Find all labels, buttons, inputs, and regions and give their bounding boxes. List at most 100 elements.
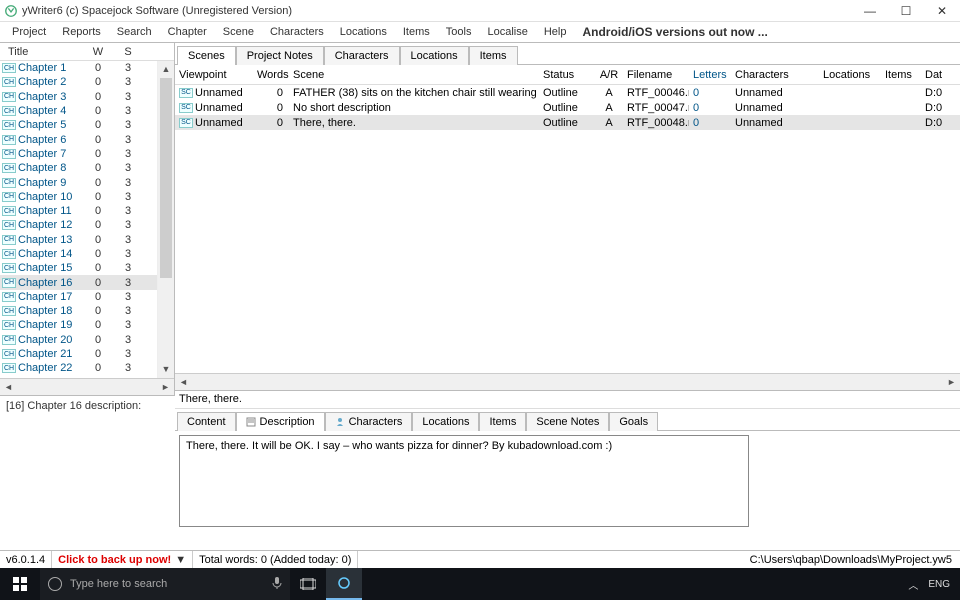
maximize-button[interactable]: ☐	[888, 0, 924, 22]
chapter-words: 0	[82, 277, 114, 289]
chapter-row[interactable]: CHChapter 2203	[0, 361, 174, 375]
col-title[interactable]: Title	[0, 46, 82, 58]
horizontal-scrollbar[interactable]: ◄ ►	[0, 378, 174, 395]
scene-chip-icon: SC	[179, 118, 193, 128]
chapter-row[interactable]: CHChapter 1003	[0, 190, 174, 204]
language-indicator[interactable]: ENG	[928, 579, 950, 590]
chapter-name: Chapter 21	[16, 348, 82, 360]
vertical-scrollbar[interactable]	[157, 61, 174, 378]
chapter-row[interactable]: CHChapter 603	[0, 132, 174, 146]
scene-row[interactable]: SCUnnamed0There, there.OutlineARTF_00048…	[175, 115, 960, 130]
col-s[interactable]: S	[114, 46, 142, 58]
chapter-row[interactable]: CHChapter 2003	[0, 333, 174, 347]
chapter-row[interactable]: CHChapter 1203	[0, 218, 174, 232]
scene-ar: A	[591, 117, 623, 129]
tray-expand-icon[interactable]: ︿	[908, 577, 918, 592]
col-characters[interactable]: Characters	[731, 69, 819, 81]
chapter-row[interactable]: CHChapter 203	[0, 75, 174, 89]
menu-characters[interactable]: Characters	[262, 24, 332, 40]
col-status[interactable]: Status	[539, 69, 591, 81]
chapter-scenes: 3	[114, 334, 142, 346]
chapter-list[interactable]: CHChapter 103CHChapter 203CHChapter 303C…	[0, 61, 174, 378]
menu-reports[interactable]: Reports	[54, 24, 109, 40]
chapter-row[interactable]: CHChapter 103	[0, 61, 174, 75]
tab-items2[interactable]: Items	[479, 412, 526, 431]
tab-characters[interactable]: Characters	[324, 46, 400, 65]
scene-letters: 0	[689, 102, 731, 114]
scroll-left-arrow-icon[interactable]: ◄	[0, 382, 17, 392]
col-items[interactable]: Items	[881, 69, 921, 81]
menu-locations[interactable]: Locations	[332, 24, 395, 40]
tab-scenes[interactable]: Scenes	[177, 46, 236, 65]
description-textarea[interactable]	[179, 435, 749, 527]
chapter-row[interactable]: CHChapter 1503	[0, 261, 174, 275]
chapter-row[interactable]: CHChapter 1803	[0, 304, 174, 318]
scroll-left-arrow-icon[interactable]: ◄	[175, 377, 192, 387]
scroll-right-arrow-icon[interactable]: ►	[943, 377, 960, 387]
scroll-up-arrow-icon[interactable]	[158, 61, 174, 78]
backup-button[interactable]: Click to back up now!▼	[52, 551, 193, 568]
task-view-button[interactable]	[290, 568, 326, 600]
taskbar-search[interactable]: Type here to search	[40, 568, 290, 600]
scene-hscrollbar[interactable]: ◄ ►	[175, 373, 960, 390]
col-date[interactable]: Dat	[921, 69, 951, 81]
scroll-right-arrow-icon[interactable]: ►	[157, 382, 174, 392]
promo-link[interactable]: Android/iOS versions out now ...	[582, 25, 767, 39]
chapter-row[interactable]: CHChapter 803	[0, 161, 174, 175]
menu-project[interactable]: Project	[4, 24, 54, 40]
col-locations[interactable]: Locations	[819, 69, 881, 81]
scroll-thumb[interactable]	[160, 78, 172, 278]
chapter-row[interactable]: CHChapter 1603	[0, 275, 174, 289]
col-filename[interactable]: Filename	[623, 69, 689, 81]
menu-items[interactable]: Items	[395, 24, 438, 40]
chapter-row[interactable]: CHChapter 1103	[0, 204, 174, 218]
menu-scene[interactable]: Scene	[215, 24, 262, 40]
chapter-row[interactable]: CHChapter 403	[0, 104, 174, 118]
col-viewpoint[interactable]: Viewpoint	[175, 69, 253, 81]
chapter-row[interactable]: CHChapter 1903	[0, 318, 174, 332]
menu-localise[interactable]: Localise	[479, 24, 535, 40]
tab-characters[interactable]: Characters	[325, 412, 413, 431]
chapter-row[interactable]: CHChapter 303	[0, 90, 174, 104]
chapter-row[interactable]: CHChapter 503	[0, 118, 174, 132]
start-button[interactable]	[0, 568, 40, 600]
tab-locations[interactable]: Locations	[400, 46, 469, 65]
ywriter-taskbar-button[interactable]	[326, 568, 362, 600]
description-icon	[246, 417, 256, 427]
tab-content[interactable]: Content	[177, 412, 236, 431]
col-ar[interactable]: A/R	[591, 69, 623, 81]
chapter-name: Chapter 3	[16, 91, 82, 103]
chapter-row[interactable]: CHChapter 1303	[0, 233, 174, 247]
scene-row[interactable]: SCUnnamed0FATHER (38) sits on the kitche…	[175, 85, 960, 100]
scene-viewpoint: Unnamed	[195, 87, 243, 99]
menu-chapter[interactable]: Chapter	[160, 24, 215, 40]
chapter-scenes: 3	[114, 76, 142, 88]
menu-tools[interactable]: Tools	[438, 24, 480, 40]
chapter-row[interactable]: CHChapter 703	[0, 147, 174, 161]
scene-row[interactable]: SCUnnamed0No short descriptionOutlineART…	[175, 100, 960, 115]
col-words[interactable]: Words	[253, 69, 289, 81]
dropdown-arrow-icon[interactable]: ▼	[175, 554, 186, 566]
scene-table-body[interactable]: SCUnnamed0FATHER (38) sits on the kitche…	[175, 85, 960, 373]
chapter-row[interactable]: CHChapter 903	[0, 175, 174, 189]
col-scene[interactable]: Scene	[289, 69, 539, 81]
tab-description[interactable]: Description	[236, 412, 325, 431]
mic-icon[interactable]	[272, 576, 282, 593]
chapter-row[interactable]: CHChapter 1403	[0, 247, 174, 261]
chapter-chip-icon: CH	[2, 235, 16, 245]
close-button[interactable]: ✕	[924, 0, 960, 22]
tab-scene-notes[interactable]: Scene Notes	[526, 412, 609, 431]
col-w[interactable]: W	[82, 46, 114, 58]
col-letters[interactable]: Letters	[689, 69, 731, 81]
menu-search[interactable]: Search	[109, 24, 160, 40]
menu-help[interactable]: Help	[536, 24, 575, 40]
chapter-description-label: [16] Chapter 16 description:	[6, 400, 169, 412]
chapter-row[interactable]: CHChapter 1703	[0, 290, 174, 304]
tab-goals[interactable]: Goals	[609, 412, 658, 431]
tab-locations[interactable]: Locations	[412, 412, 479, 431]
minimize-button[interactable]: —	[852, 0, 888, 22]
tab-items[interactable]: Items	[469, 46, 518, 65]
chapter-row[interactable]: CHChapter 2103	[0, 347, 174, 361]
tab-project-notes[interactable]: Project Notes	[236, 46, 324, 65]
scroll-down-arrow-icon[interactable]	[158, 361, 174, 378]
